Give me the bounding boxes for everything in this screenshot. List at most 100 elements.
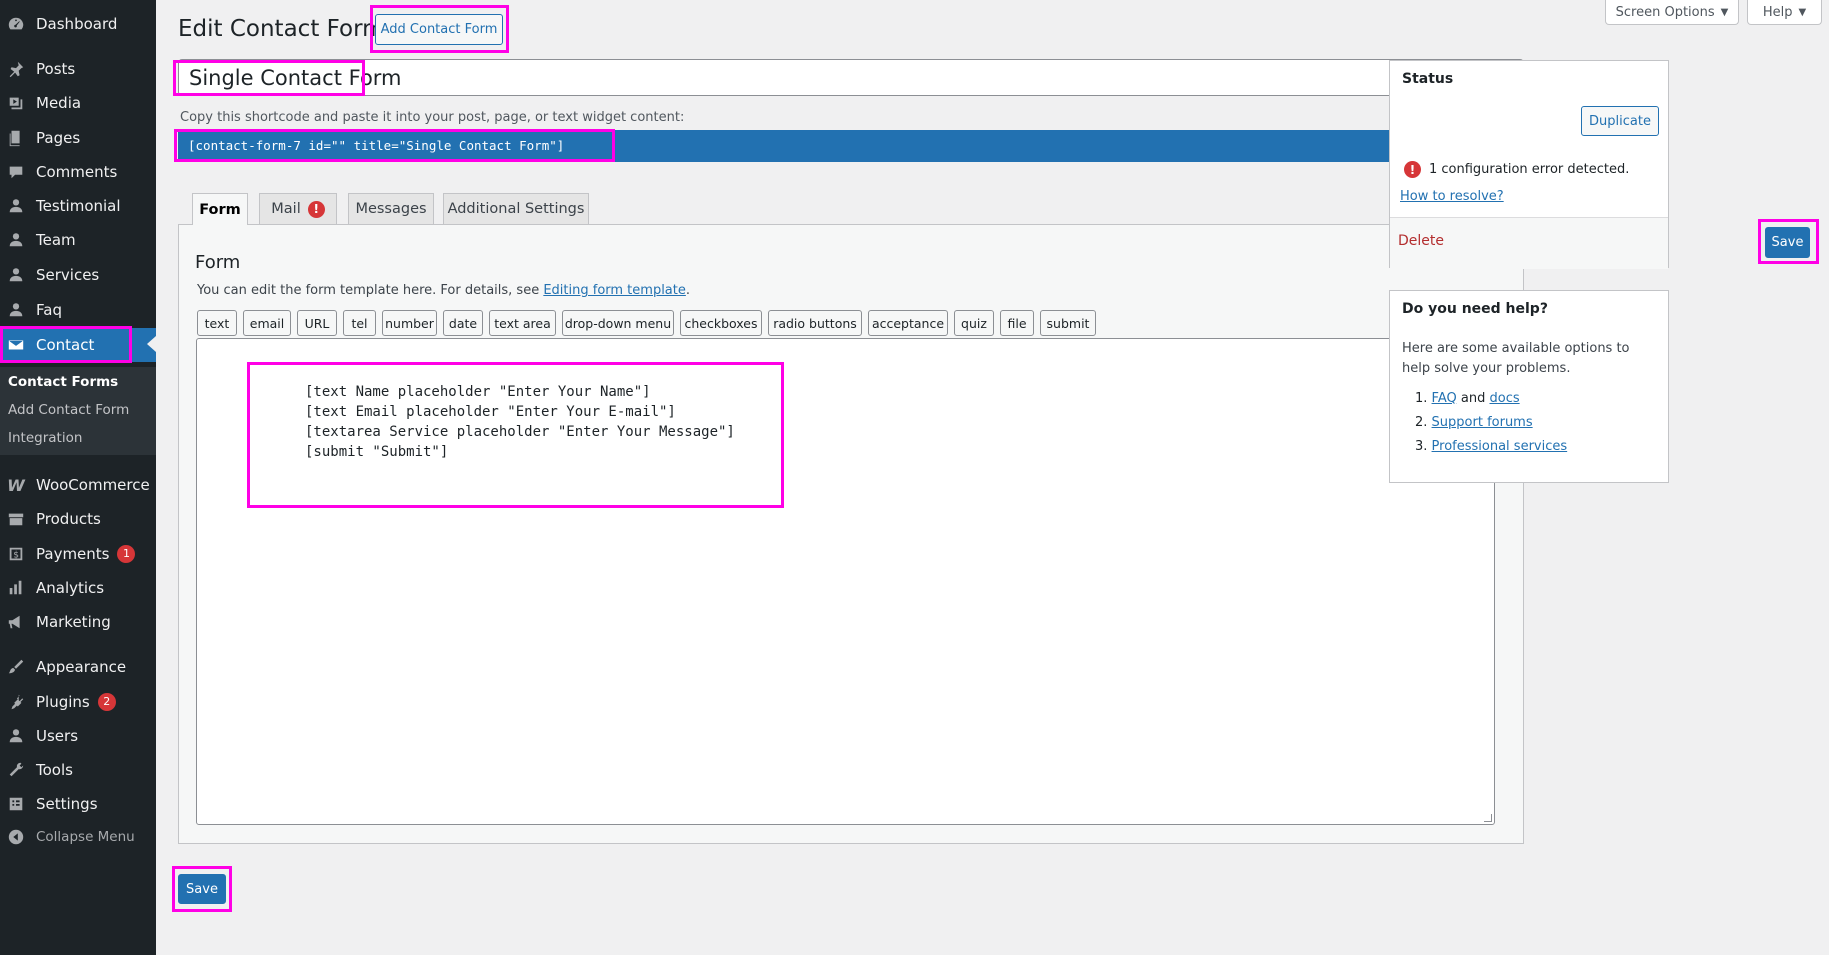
menu-label: Analytics xyxy=(36,579,105,597)
tag-tel-button[interactable]: tel xyxy=(343,310,376,336)
brush-icon xyxy=(5,657,27,677)
menu-label: Tools xyxy=(36,761,73,779)
form-title-input[interactable] xyxy=(178,59,1524,96)
menu-collapse[interactable]: Collapse Menu xyxy=(0,821,156,853)
editing-form-template-link[interactable]: Editing form template xyxy=(543,283,686,298)
tag-url-button[interactable]: URL xyxy=(297,310,337,336)
menu-marketing[interactable]: Marketing xyxy=(0,606,156,638)
menu-appearance[interactable]: Appearance xyxy=(0,651,156,683)
svg-text:$: $ xyxy=(13,551,19,561)
menu-testimonial[interactable]: Testimonial xyxy=(0,190,156,222)
payments-icon: $ xyxy=(5,544,27,564)
tag-number-button[interactable]: number xyxy=(382,310,437,336)
professional-services-link[interactable]: Professional services xyxy=(1432,439,1568,454)
caret-down-icon: ▼ xyxy=(1720,6,1729,18)
help-item-2: 2. Support forums xyxy=(1415,415,1533,430)
page-title: Edit Contact Form xyxy=(178,16,385,42)
menu-team[interactable]: Team xyxy=(0,224,156,256)
tag-submit-button[interactable]: submit xyxy=(1040,310,1096,336)
menu-dashboard[interactable]: Dashboard xyxy=(0,8,156,40)
tag-checkboxes-button[interactable]: checkboxes xyxy=(680,310,762,336)
desc-text: You can edit the form template here. For… xyxy=(197,283,544,298)
pages-icon xyxy=(5,128,27,148)
woocommerce-icon: W xyxy=(7,475,25,495)
desc-suffix: . xyxy=(685,283,691,298)
help-title: Do you need help? xyxy=(1402,301,1548,317)
help-item-3: 3. Professional services xyxy=(1415,439,1567,454)
docs-link[interactable]: docs xyxy=(1489,391,1519,406)
tag-file-button[interactable]: file xyxy=(1000,310,1034,336)
tag-quiz-button[interactable]: quiz xyxy=(954,310,994,336)
menu-tools[interactable]: Tools xyxy=(0,754,156,786)
tab-messages[interactable]: Messages xyxy=(348,193,434,224)
menu-services[interactable]: Services xyxy=(0,259,156,291)
menu-label: Faq xyxy=(36,301,62,319)
alert-icon: ! xyxy=(307,200,325,218)
menu-label: Users xyxy=(36,727,79,745)
caret-down-icon: ▼ xyxy=(1798,6,1807,18)
tag-textarea-button[interactable]: text area xyxy=(489,310,556,336)
menu-settings[interactable]: Settings xyxy=(0,788,156,820)
duplicate-button[interactable]: Duplicate xyxy=(1581,106,1659,136)
how-to-resolve-link[interactable]: How to resolve? xyxy=(1400,189,1504,204)
menu-plugins[interactable]: Plugins 2 xyxy=(0,686,156,718)
delete-link[interactable]: Delete xyxy=(1398,233,1444,249)
tag-text-button[interactable]: text xyxy=(197,310,237,336)
highlight-save-bottom xyxy=(172,866,232,912)
menu-payments[interactable]: $ Payments 1 xyxy=(0,538,156,570)
comment-icon xyxy=(5,162,27,182)
pin-icon xyxy=(5,59,27,79)
help-text: Here are some available options to help … xyxy=(1402,341,1630,376)
menu-label: Collapse Menu xyxy=(36,829,135,845)
config-error: ! 1 configuration error detected. xyxy=(1404,161,1629,178)
menu-faq[interactable]: Faq xyxy=(0,294,156,326)
tab-form[interactable]: Form xyxy=(192,193,248,225)
help-button[interactable]: Help ▼ xyxy=(1747,0,1822,25)
submenu-add-contact-form[interactable]: Add Contact Form xyxy=(8,402,129,418)
tag-date-button[interactable]: date xyxy=(443,310,483,336)
tag-dropdown-button[interactable]: drop-down menu xyxy=(562,310,674,336)
user-icon xyxy=(5,265,27,285)
tab-label: Additional Settings xyxy=(447,201,585,217)
menu-label: Pages xyxy=(36,129,81,147)
submenu-integration[interactable]: Integration xyxy=(8,430,82,446)
screen-options-button[interactable]: Screen Options ▼ xyxy=(1605,0,1739,25)
menu-analytics[interactable]: Analytics xyxy=(0,572,156,604)
menu-comments[interactable]: Comments xyxy=(0,156,156,188)
chart-icon xyxy=(5,578,27,598)
payments-badge: 1 xyxy=(117,545,136,563)
dashboard-icon xyxy=(5,14,27,34)
submenu-contact-forms[interactable]: Contact Forms xyxy=(8,374,118,390)
tab-mail[interactable]: Mail ! xyxy=(259,193,337,224)
support-forums-link[interactable]: Support forums xyxy=(1432,415,1533,430)
list-num: 2. xyxy=(1415,415,1428,430)
wrench-icon xyxy=(5,760,27,780)
menu-label: Appearance xyxy=(36,658,127,676)
menu-label: WooCommerce xyxy=(36,476,150,494)
menu-woocommerce[interactable]: W WooCommerce xyxy=(0,469,156,501)
menu-posts[interactable]: Posts xyxy=(0,53,156,85)
menu-products[interactable]: Products xyxy=(0,503,156,535)
plugins-badge: 2 xyxy=(97,693,116,711)
menu-media[interactable]: Media xyxy=(0,87,156,119)
tab-additional-settings[interactable]: Additional Settings xyxy=(443,193,589,224)
faq-link[interactable]: FAQ xyxy=(1432,391,1457,406)
menu-label: Settings xyxy=(36,795,98,813)
highlight-shortcode xyxy=(174,129,615,162)
menu-label: Team xyxy=(36,231,76,249)
tag-radio-buttons-button[interactable]: radio buttons xyxy=(768,310,862,336)
menu-label: Plugins xyxy=(36,693,90,711)
resize-handle[interactable] xyxy=(1484,814,1492,822)
list-num: 3. xyxy=(1415,439,1428,454)
tag-email-button[interactable]: email xyxy=(243,310,291,336)
tag-acceptance-button[interactable]: acceptance xyxy=(868,310,948,336)
menu-users[interactable]: Users xyxy=(0,720,156,752)
menu-pages[interactable]: Pages xyxy=(0,122,156,154)
and-text: and xyxy=(1460,391,1486,406)
settings-icon xyxy=(5,794,27,814)
error-text: 1 configuration error detected. xyxy=(1429,162,1630,177)
error-icon: ! xyxy=(1404,161,1421,178)
help-item-1: 1. FAQ and docs xyxy=(1415,391,1520,406)
menu-label: Products xyxy=(36,510,101,528)
panel-description: You can edit the form template here. For… xyxy=(197,283,690,298)
